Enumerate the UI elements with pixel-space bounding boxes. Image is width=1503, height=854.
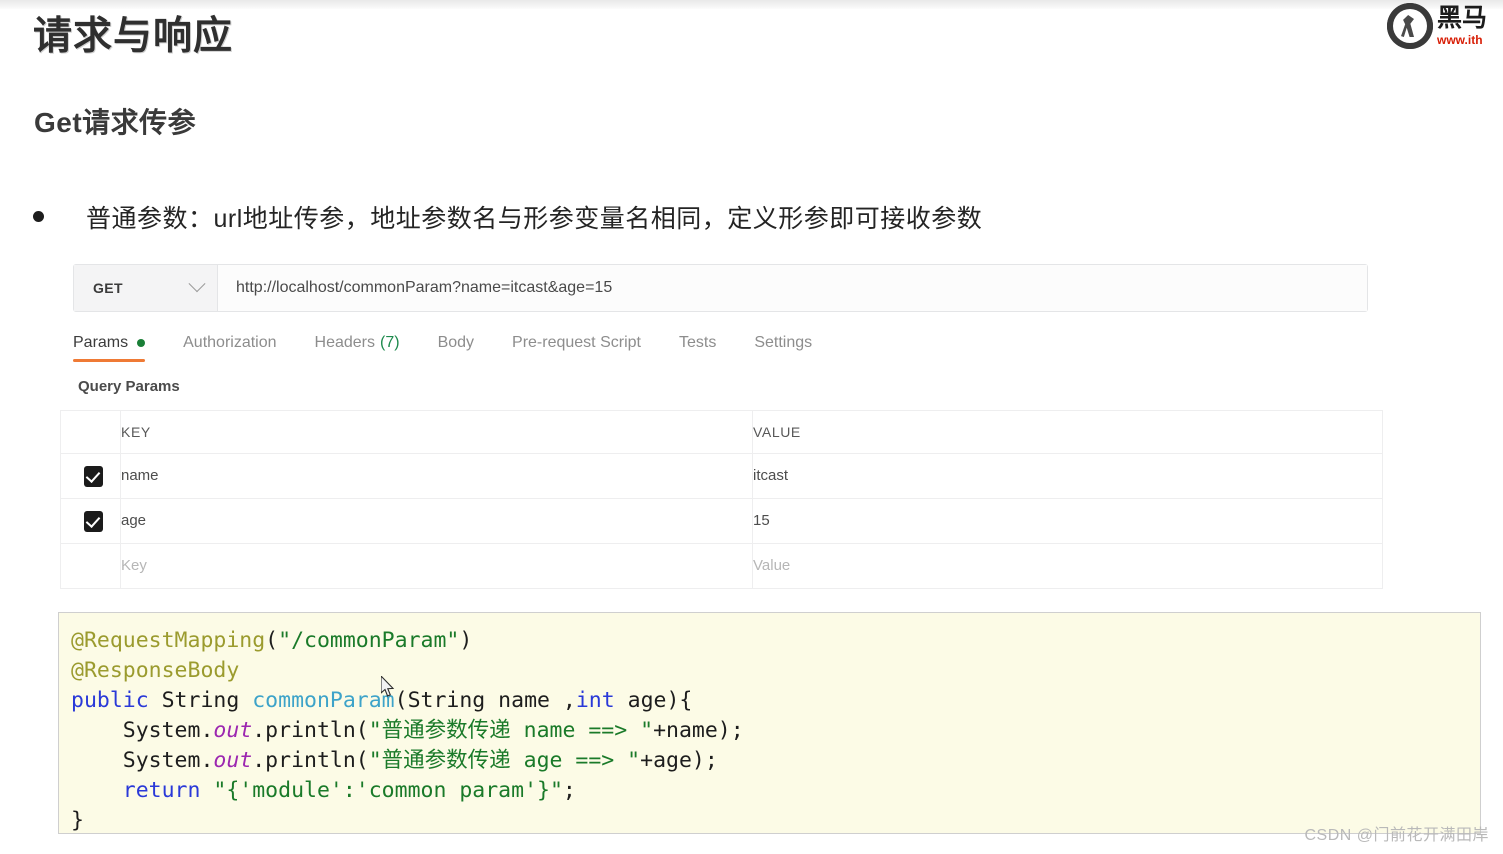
code-line: @RequestMapping("/commonParam")	[71, 626, 1480, 656]
tab-headers-label: Headers	[314, 334, 375, 351]
row-key-text: age	[121, 512, 147, 529]
code-token: "普通参数传递 age ==> "	[368, 748, 641, 773]
chevron-down-icon	[188, 275, 206, 293]
code-token: int	[575, 688, 615, 713]
table-row: age 15	[60, 498, 1383, 544]
code-token: @ResponseBody	[71, 658, 240, 683]
tab-tests[interactable]: Tests	[679, 334, 716, 362]
new-value-input[interactable]: Value	[752, 543, 1383, 589]
section-title: Get请求传参	[34, 107, 197, 138]
tab-authorization[interactable]: Authorization	[183, 334, 276, 362]
params-modified-dot-icon	[137, 339, 146, 347]
header-cell-value: VALUE	[752, 410, 1383, 454]
row-key-cell[interactable]: name	[120, 453, 753, 499]
postman-request-panel: GET http://localhost/commonParam?name=it…	[60, 253, 1383, 589]
code-token: ;	[562, 778, 576, 803]
row-key-cell[interactable]: age	[120, 498, 753, 544]
checkbox-checked-icon[interactable]	[84, 465, 103, 487]
row-value-cell[interactable]: itcast	[752, 453, 1383, 499]
row-value-cell[interactable]: 15	[752, 498, 1383, 544]
horse-head-logo-icon	[1387, 3, 1433, 49]
tab-authorization-label: Authorization	[183, 334, 277, 351]
code-token: String	[148, 688, 253, 713]
code-token: public	[71, 688, 149, 713]
code-token: commonParam	[252, 688, 395, 713]
row-value-text: itcast	[753, 467, 789, 484]
code-token: out	[213, 718, 253, 743]
code-token: "/commonParam"	[278, 628, 460, 653]
tab-pre-request-script[interactable]: Pre-request Script	[512, 334, 641, 362]
bullet-item: 普通参数：url地址传参，地址参数名与形参变量名相同，定义形参即可接收参数	[33, 199, 982, 235]
request-tabs: Params Authorization Headers (7) Body Pr…	[73, 326, 1368, 363]
tab-settings[interactable]: Settings	[754, 334, 812, 362]
header-cell-checkbox	[60, 410, 121, 454]
bullet-dot-icon	[33, 211, 44, 222]
code-token: +age);	[640, 748, 718, 773]
row-checkbox-cell-empty	[60, 543, 121, 589]
brand-url: www.ith	[1437, 33, 1483, 47]
row-checkbox-cell	[60, 453, 121, 499]
checkbox-checked-icon[interactable]	[84, 510, 103, 532]
code-token: (String name ,	[394, 688, 576, 713]
java-code-block: @RequestMapping("/commonParam") @Response…	[58, 612, 1481, 834]
new-key-placeholder: Key	[121, 557, 147, 574]
code-line: return "{'module':'common param'}";	[71, 776, 1480, 806]
new-key-input[interactable]: Key	[120, 543, 753, 589]
code-token: return	[122, 778, 201, 803]
code-token: .println(	[252, 748, 369, 773]
code-token: +name);	[653, 718, 744, 743]
tab-headers-count: (7)	[380, 334, 400, 351]
query-params-heading: Query Params	[78, 378, 180, 395]
new-value-placeholder: Value	[753, 557, 791, 574]
code-token: System.	[71, 748, 214, 773]
tab-params-label: Params	[73, 334, 129, 351]
code-token: out	[213, 748, 253, 773]
bullet-item-text: 普通参数：url地址传参，地址参数名与形参变量名相同，定义形参即可接收参数	[86, 205, 983, 233]
tab-tests-label: Tests	[678, 334, 717, 351]
code-line: }	[71, 806, 1480, 833]
table-row-empty: Key Value	[60, 543, 1383, 589]
page-title: 请求与响应	[33, 15, 234, 58]
code-token: "{'module':'common param'}"	[213, 778, 563, 803]
code-token: )	[459, 628, 473, 653]
code-token: "普通参数传递 name ==> "	[368, 718, 654, 743]
tab-pre-request-script-label: Pre-request Script	[512, 334, 641, 351]
tab-settings-label: Settings	[754, 334, 813, 351]
tab-body[interactable]: Body	[438, 334, 474, 362]
brand-text-group: 黑马 www.ith	[1437, 4, 1488, 47]
row-value-text: 15	[753, 512, 770, 529]
code-token: age){	[614, 688, 693, 713]
brand-logo: 黑马 www.ith	[1385, 0, 1503, 52]
query-params-table: KEY VALUE name itcast age 15 Key Value	[60, 410, 1383, 589]
code-line: public String commonParam(String name ,i…	[71, 686, 1480, 716]
row-key-text: name	[121, 467, 159, 484]
table-header-row: KEY VALUE	[60, 410, 1383, 454]
tab-headers[interactable]: Headers (7)	[315, 334, 400, 362]
csdn-watermark: CSDN @门前花开满田岸	[1304, 827, 1489, 844]
code-line: System.out.println("普通参数传递 age ==> "+age…	[71, 746, 1480, 776]
code-token: .println(	[252, 718, 369, 743]
code-token: (	[265, 628, 279, 653]
header-cell-key: KEY	[120, 410, 753, 454]
request-url-input[interactable]: http://localhost/commonParam?name=itcast…	[218, 265, 1367, 311]
request-url-bar: GET http://localhost/commonParam?name=it…	[73, 264, 1368, 312]
http-method-label: GET	[93, 280, 123, 296]
brand-name-cn: 黑马	[1437, 4, 1488, 32]
http-method-select[interactable]: GET	[74, 265, 218, 311]
row-checkbox-cell	[60, 498, 121, 544]
tab-body-label: Body	[437, 334, 475, 351]
code-token: @RequestMapping	[71, 628, 266, 653]
tab-params[interactable]: Params	[73, 334, 146, 362]
code-line: System.out.println("普通参数传递 name ==> "+na…	[71, 716, 1480, 746]
code-token: System.	[71, 718, 214, 743]
code-token: }	[71, 808, 84, 833]
code-line: @ResponseBody	[71, 656, 1480, 686]
table-row: name itcast	[60, 453, 1383, 499]
